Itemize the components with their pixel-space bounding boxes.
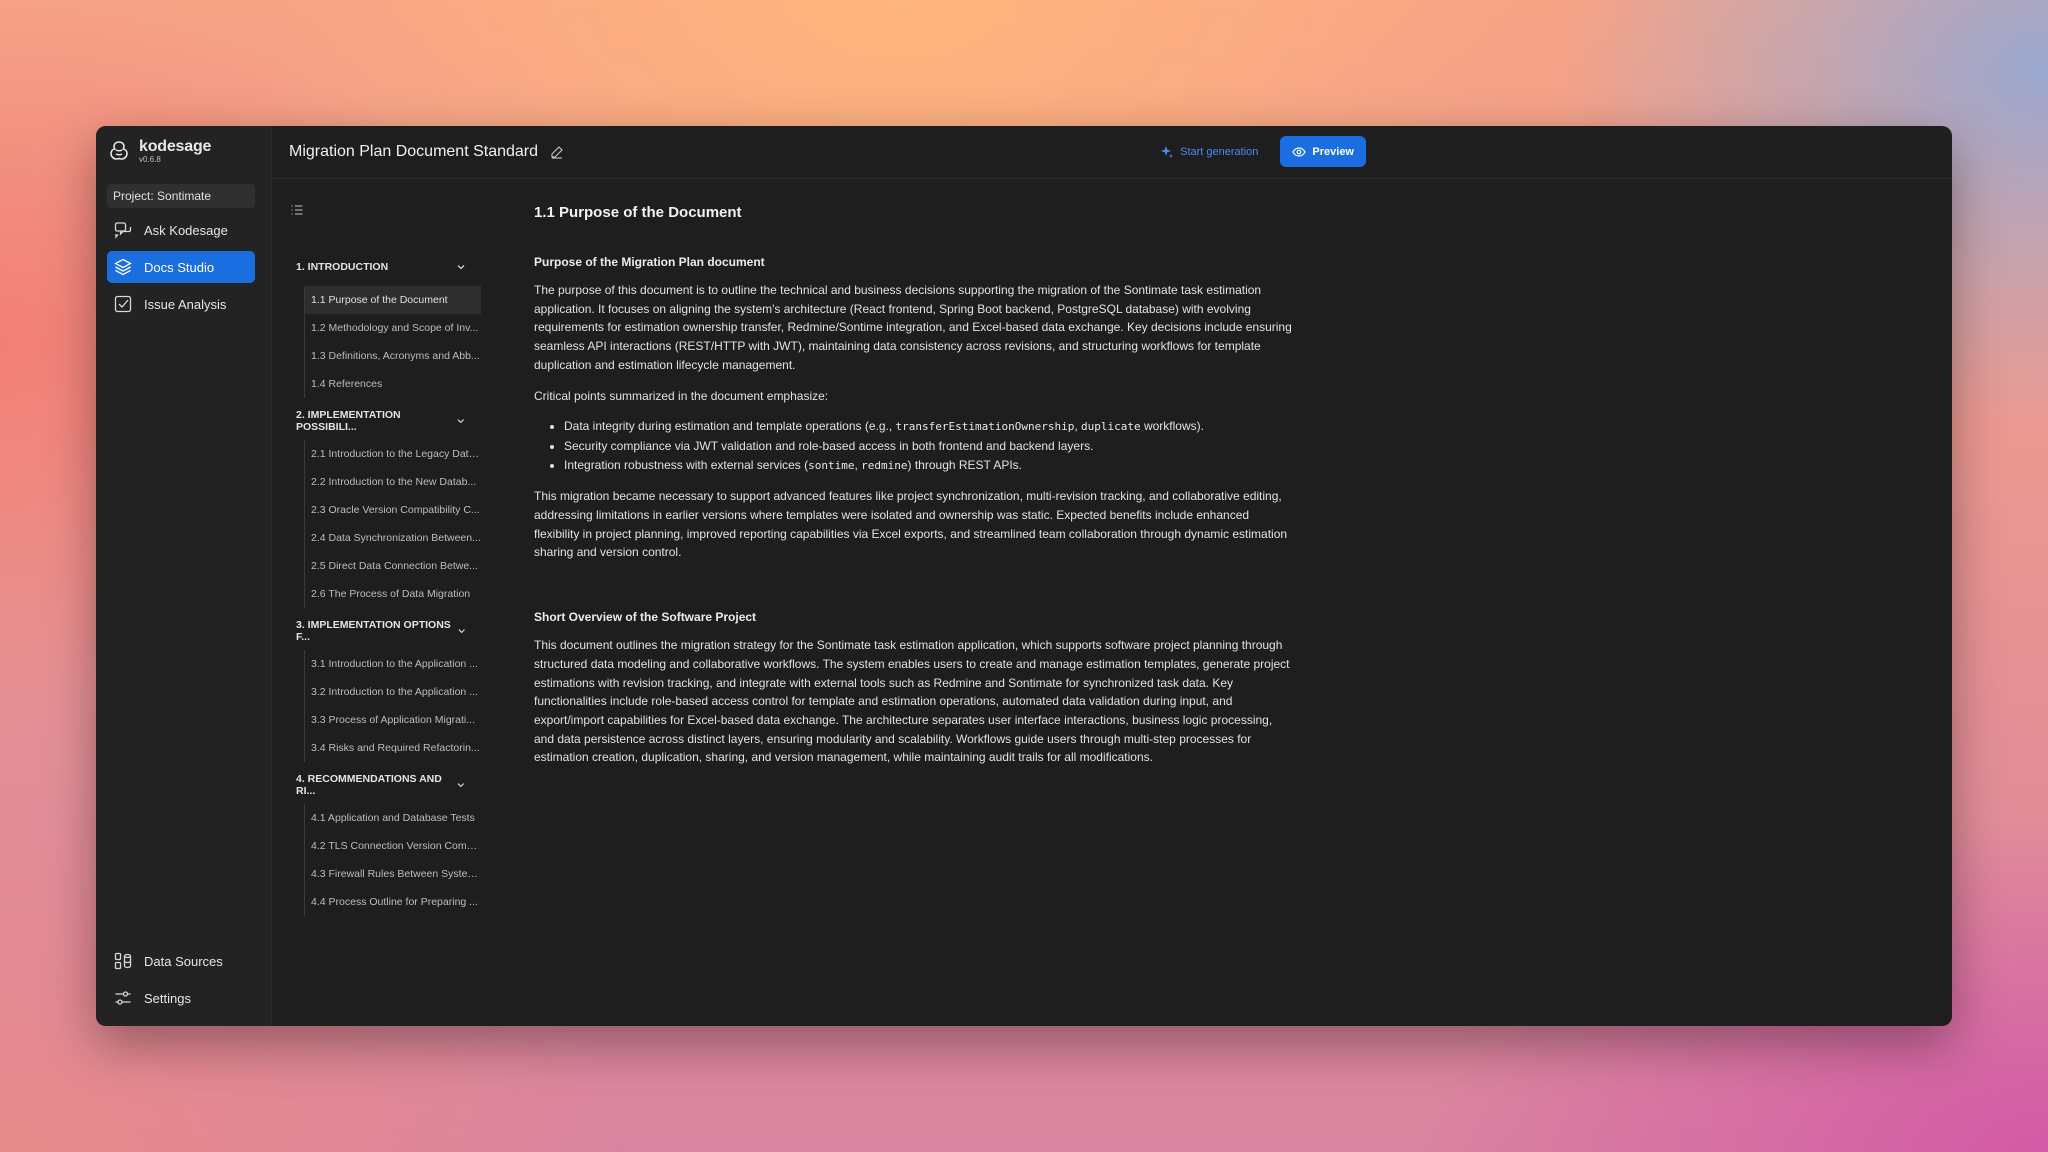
- bullet-list: Data integrity during estimation and tem…: [564, 417, 1294, 475]
- paragraph: The purpose of this document is to outli…: [534, 283, 1292, 372]
- toc-item[interactable]: 4.4 Process Outline for Preparing ...: [305, 888, 481, 916]
- nav-label: Settings: [144, 990, 191, 1006]
- toc-item[interactable]: 4.1 Application and Database Tests: [305, 804, 481, 832]
- list-item: Integration robustness with external ser…: [564, 456, 1294, 476]
- toc-items-3: 3.1 Introduction to the Application ... …: [304, 650, 482, 762]
- subsection-heading: Short Overview of the Software Project: [534, 610, 757, 625]
- top-actions: Start generation Preview: [1160, 136, 1366, 167]
- eye-icon: [1292, 146, 1307, 157]
- sparkle-icon: [1161, 145, 1174, 158]
- toc-item[interactable]: 4.3 Firewall Rules Between Systems: [305, 860, 481, 888]
- toc-items-1: 1.1 Purpose of the Document 1.2 Methodol…: [304, 286, 482, 398]
- content-area: 1. INTRODUCTION 1.1 Purpose of the Docum…: [272, 179, 1952, 1026]
- top-bar: Migration Plan Document Standard Start g…: [272, 126, 1952, 179]
- toc-item[interactable]: 3.2 Introduction to the Application ...: [305, 678, 481, 706]
- chevron-down-icon: [457, 783, 465, 788]
- nav-ask-kodesage[interactable]: Ask Kodesage: [107, 214, 255, 246]
- toc-item[interactable]: 2.2 Introduction to the New Datab...: [305, 468, 481, 496]
- nav-settings[interactable]: Settings: [107, 982, 255, 1014]
- brand-name: kodesage: [139, 137, 212, 155]
- toc-item[interactable]: 3.4 Risks and Required Refactorin...: [305, 734, 481, 762]
- project-selector[interactable]: Project: Sontimate: [107, 184, 255, 208]
- toc-item[interactable]: 1.2 Methodology and Scope of Inv...: [305, 314, 481, 342]
- layers-icon: [114, 258, 132, 276]
- list-toggle-icon[interactable]: [290, 203, 304, 217]
- preview-button[interactable]: Preview: [1280, 136, 1366, 167]
- nav-label: Data Sources: [144, 953, 223, 969]
- preview-label: Preview: [1312, 145, 1354, 158]
- brand[interactable]: kodesage v0.6.8: [107, 136, 260, 166]
- section-heading: 1.1 Purpose of the Document: [534, 204, 742, 221]
- app-window: kodesage v0.6.8 Project: Sontimate Ask K…: [96, 126, 1952, 1026]
- chevron-down-icon: [458, 629, 465, 634]
- sliders-icon: [115, 991, 131, 1005]
- sidebar: kodesage v0.6.8 Project: Sontimate Ask K…: [96, 126, 272, 1026]
- paragraph: Critical points summarized in the docume…: [534, 388, 829, 403]
- toc-section-2[interactable]: 2. IMPLEMENTATION POSSIBILI...: [288, 409, 474, 433]
- toc-item[interactable]: 2.1 Introduction to the Legacy Data...: [305, 440, 481, 468]
- version-label: v0.6.8: [139, 154, 161, 164]
- main-area: Migration Plan Document Standard Start g…: [272, 126, 1952, 1026]
- checkbox-icon: [114, 295, 132, 313]
- toc-item[interactable]: 1.1 Purpose of the Document: [305, 286, 481, 314]
- toc-items-2: 2.1 Introduction to the Legacy Data... 2…: [304, 440, 482, 608]
- paragraph: This document outlines the migration str…: [534, 638, 1290, 765]
- start-generation-button[interactable]: Start generation: [1160, 145, 1258, 159]
- toc-item[interactable]: 2.4 Data Synchronization Between...: [305, 524, 481, 552]
- chevron-down-icon: [457, 419, 465, 424]
- data-sources-icon: [114, 952, 132, 970]
- toc-section-3[interactable]: 3. IMPLEMENTATION OPTIONS F...: [288, 619, 474, 643]
- toc-section-4[interactable]: 4. RECOMMENDATIONS AND RI...: [288, 773, 474, 797]
- toc-item[interactable]: 2.5 Direct Data Connection Betwe...: [305, 552, 481, 580]
- nav-issue-analysis[interactable]: Issue Analysis: [107, 288, 255, 320]
- toc-item[interactable]: 2.6 The Process of Data Migration: [305, 580, 481, 608]
- toc-item[interactable]: 2.3 Oracle Version Compatibility C...: [305, 496, 481, 524]
- start-generation-label: Start generation: [1180, 145, 1259, 158]
- toc-section-1[interactable]: 1. INTRODUCTION: [288, 256, 474, 278]
- toc-item[interactable]: 3.3 Process of Application Migrati...: [305, 706, 481, 734]
- nav-label: Docs Studio: [144, 259, 215, 275]
- document-body: 1.1 Purpose of the Document Purpose of t…: [472, 179, 1952, 1026]
- paragraph: This migration became necessary to suppo…: [534, 489, 1288, 560]
- nav-label: Issue Analysis: [144, 296, 227, 312]
- toc-item[interactable]: 3.1 Introduction to the Application ...: [305, 650, 481, 678]
- list-item: Security compliance via JWT validation a…: [564, 437, 1294, 456]
- kodesage-logo-icon: [110, 141, 128, 160]
- toc-item[interactable]: 1.3 Definitions, Acronyms and Abb...: [305, 342, 481, 370]
- chat-icon: [114, 222, 132, 239]
- chevron-down-icon: [457, 265, 465, 270]
- list-item: Data integrity during estimation and tem…: [564, 417, 1294, 437]
- toc-item[interactable]: 4.2 TLS Connection Version Comp...: [305, 832, 481, 860]
- toc-items-4: 4.1 Application and Database Tests 4.2 T…: [304, 804, 482, 916]
- nav-label: Ask Kodesage: [144, 222, 228, 238]
- edit-pencil-icon[interactable]: [550, 145, 564, 159]
- nav-docs-studio[interactable]: Docs Studio: [107, 251, 255, 283]
- nav-data-sources[interactable]: Data Sources: [107, 945, 255, 977]
- document-title: Migration Plan Document Standard: [289, 143, 539, 160]
- subsection-heading: Purpose of the Migration Plan document: [534, 255, 765, 269]
- toc-item[interactable]: 1.4 References: [305, 370, 481, 398]
- table-of-contents: 1. INTRODUCTION 1.1 Purpose of the Docum…: [272, 179, 481, 1026]
